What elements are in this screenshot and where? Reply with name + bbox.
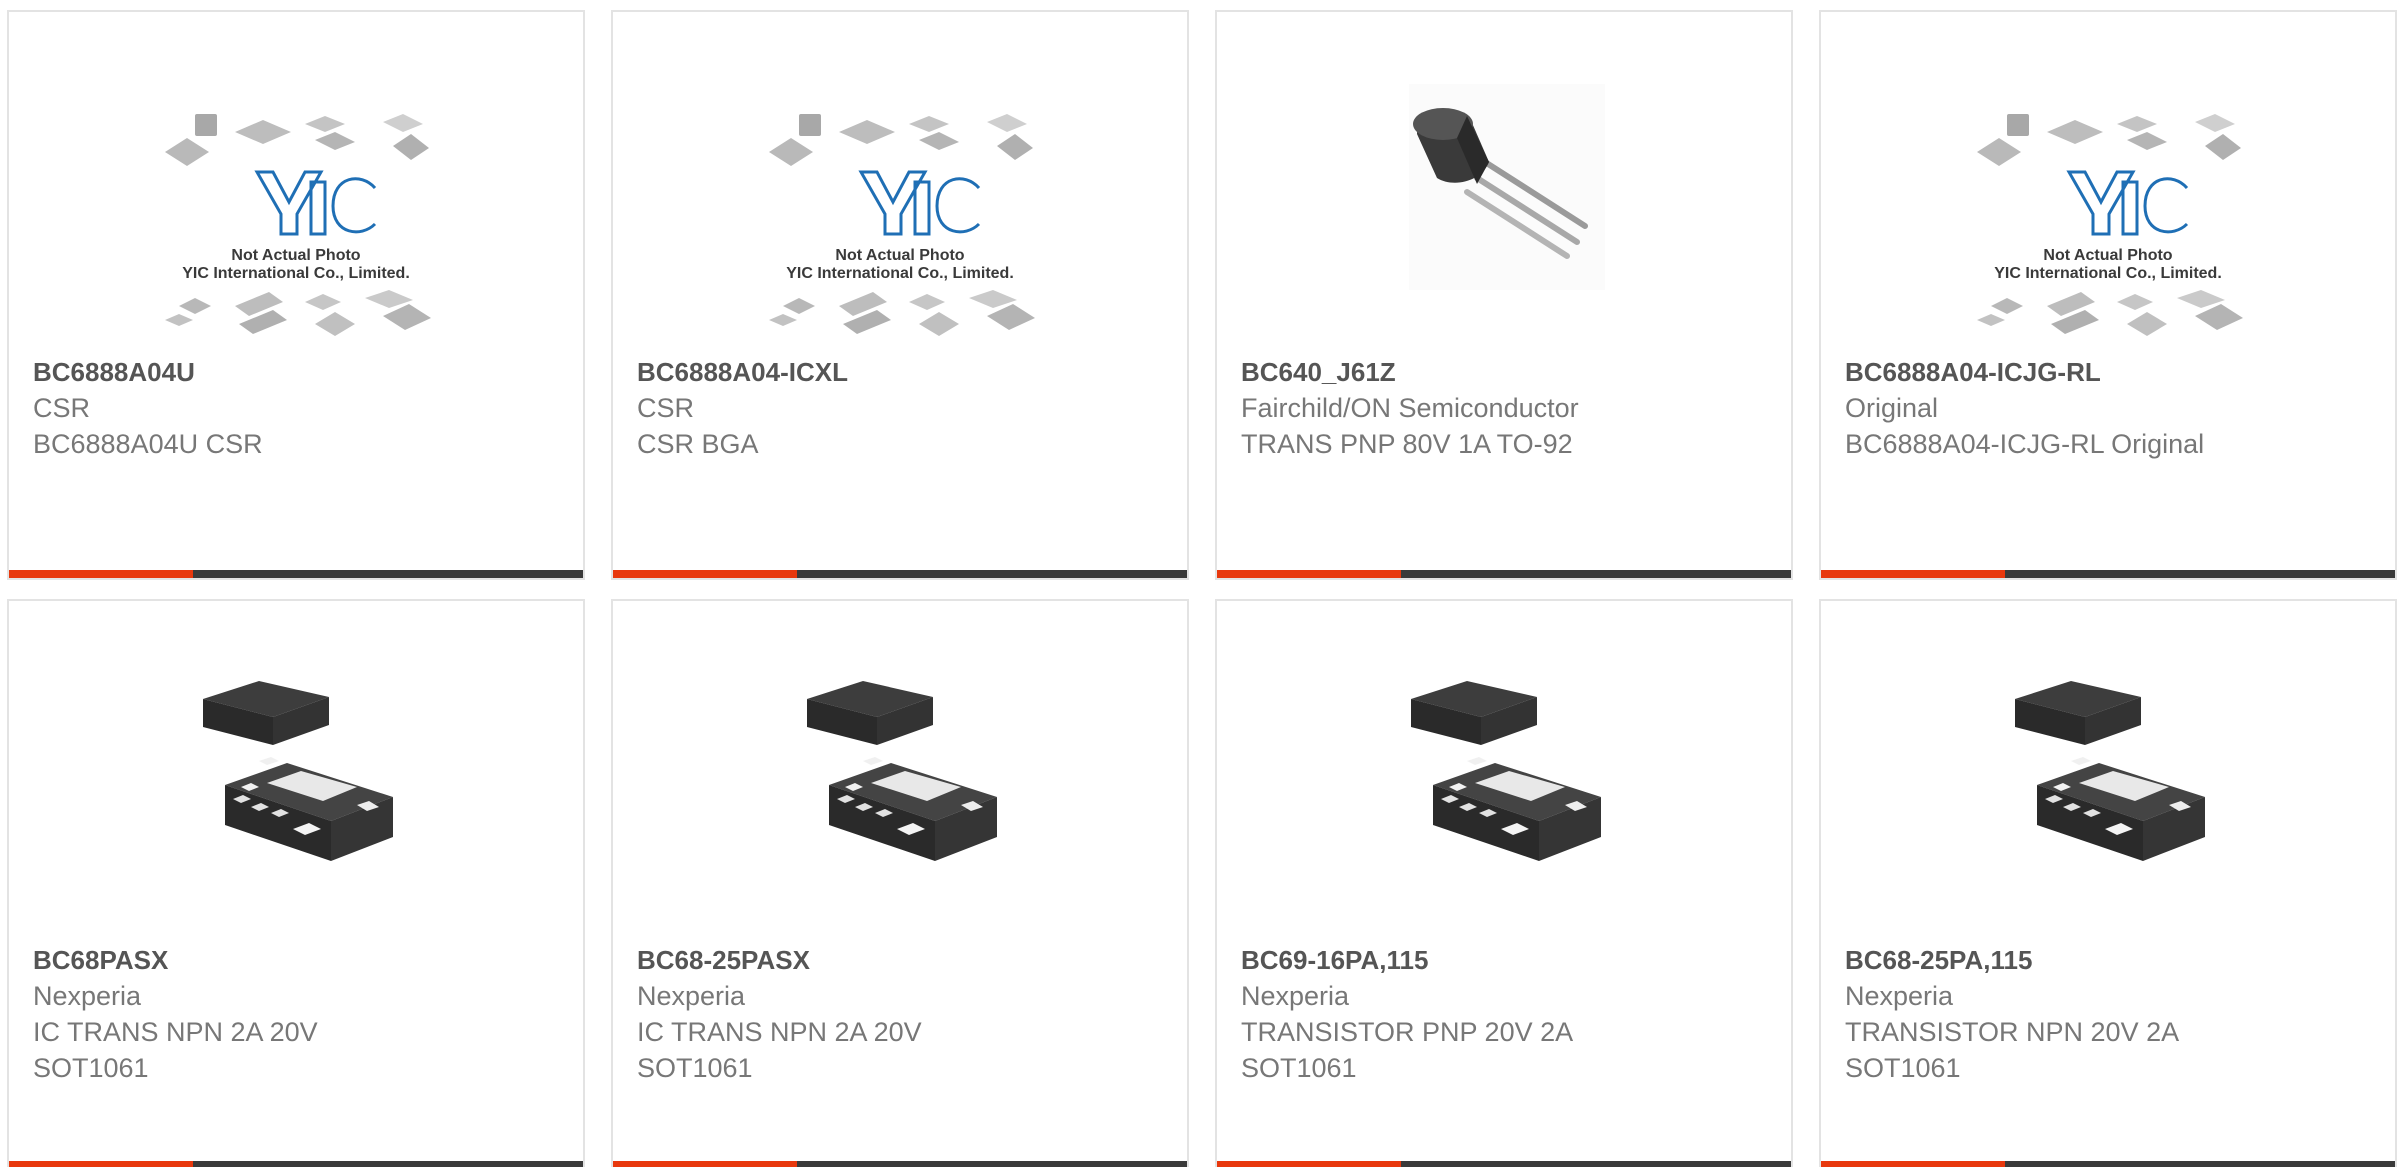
bar-rest	[2005, 570, 2395, 578]
bar-accent	[1821, 1161, 2005, 1167]
description: IC TRANS NPN 2A 20V	[637, 1017, 922, 1047]
description: BC6888A04-ICJG-RL Original	[1845, 429, 2205, 459]
package: SOT1061	[1845, 1053, 1961, 1083]
bar-accent	[1217, 570, 1401, 578]
product-image[interactable]: Not Actual Photo YIC International Co., …	[613, 12, 1187, 357]
part-number[interactable]: BC6888A04-ICJG-RL	[1845, 354, 2383, 390]
product-info: BC6888A04-ICXL CSR CSR BGA	[637, 354, 1175, 462]
placeholder-caption-line1: Not Actual Photo	[231, 247, 360, 264]
part-number[interactable]: BC6888A04U	[33, 354, 571, 390]
yic-placeholder-image: Not Actual Photo YIC International Co., …	[165, 114, 431, 336]
product-image[interactable]	[1217, 601, 1791, 946]
bar-rest	[1401, 1161, 1791, 1167]
manufacturer: CSR	[33, 393, 91, 423]
yic-placeholder-image: Not Actual Photo YIC International Co., …	[1977, 114, 2243, 336]
manufacturer: Nexperia	[637, 981, 746, 1011]
product-info: BC6888A04-ICJG-RL Original BC6888A04-ICJ…	[1845, 354, 2383, 462]
manufacturer: Fairchild/ON Semiconductor	[1241, 393, 1579, 423]
description: TRANSISTOR PNP 20V 2A	[1241, 1017, 1574, 1047]
product-grid: Not Actual Photo YIC International Co., …	[0, 0, 2400, 1167]
bar-accent	[1217, 1161, 1401, 1167]
bar-rest	[193, 570, 583, 578]
product-image[interactable]	[613, 601, 1187, 946]
bar-rest	[1401, 570, 1791, 578]
product-image[interactable]	[1821, 601, 2395, 946]
bar-rest	[2005, 1161, 2395, 1167]
bar-accent	[9, 570, 193, 578]
card-bottom-bar	[1217, 570, 1791, 578]
part-number[interactable]: BC68-25PA,115	[1845, 942, 2383, 978]
product-image[interactable]	[1217, 12, 1791, 357]
part-number[interactable]: BC69-16PA,115	[1241, 942, 1779, 978]
description: TRANS PNP 80V 1A TO-92	[1241, 429, 1573, 459]
product-info: BC6888A04U CSR BC6888A04U CSR	[33, 354, 571, 462]
card-bottom-bar	[613, 570, 1187, 578]
product-info: BC69-16PA,115 Nexperia TRANSISTOR PNP 20…	[1241, 942, 1779, 1086]
product-card[interactable]: BC640_J61Z Fairchild/ON Semiconductor TR…	[1215, 10, 1793, 580]
placeholder-caption-line2: YIC International Co., Limited.	[786, 265, 1014, 282]
to92-transistor-image	[1409, 84, 1605, 290]
card-bottom-bar	[9, 570, 583, 578]
manufacturer: Original	[1845, 393, 1939, 423]
card-bottom-bar	[613, 1161, 1187, 1167]
bar-accent	[1821, 570, 2005, 578]
part-number[interactable]: BC68-25PASX	[637, 942, 1175, 978]
card-bottom-bar	[1217, 1161, 1791, 1167]
product-card[interactable]: Not Actual Photo YIC International Co., …	[1819, 10, 2397, 580]
description: BC6888A04U CSR	[33, 429, 263, 459]
manufacturer: Nexperia	[1241, 981, 1350, 1011]
product-card[interactable]: BC68PASX Nexperia IC TRANS NPN 2A 20V SO…	[7, 599, 585, 1167]
manufacturer: Nexperia	[1845, 981, 1954, 1011]
card-bottom-bar	[1821, 570, 2395, 578]
product-card[interactable]: Not Actual Photo YIC International Co., …	[7, 10, 585, 580]
part-number[interactable]: BC68PASX	[33, 942, 571, 978]
placeholder-caption-line2: YIC International Co., Limited.	[182, 265, 410, 282]
sot1061-package-image	[807, 681, 997, 861]
sot1061-package-image	[1411, 681, 1601, 861]
description: IC TRANS NPN 2A 20V	[33, 1017, 318, 1047]
part-number[interactable]: BC6888A04-ICXL	[637, 354, 1175, 390]
product-card[interactable]: BC69-16PA,115 Nexperia TRANSISTOR PNP 20…	[1215, 599, 1793, 1167]
bar-accent	[613, 570, 797, 578]
sot1061-package-image	[2015, 681, 2205, 861]
bar-accent	[9, 1161, 193, 1167]
sot1061-package-image	[203, 681, 393, 861]
product-info: BC68PASX Nexperia IC TRANS NPN 2A 20V SO…	[33, 942, 571, 1086]
card-bottom-bar	[1821, 1161, 2395, 1167]
package: SOT1061	[637, 1053, 753, 1083]
placeholder-caption-line1: Not Actual Photo	[2043, 247, 2172, 264]
product-image[interactable]	[9, 601, 583, 946]
product-card[interactable]: Not Actual Photo YIC International Co., …	[611, 10, 1189, 580]
product-info: BC68-25PASX Nexperia IC TRANS NPN 2A 20V…	[637, 942, 1175, 1086]
bar-rest	[193, 1161, 583, 1167]
product-image[interactable]: Not Actual Photo YIC International Co., …	[9, 12, 583, 357]
product-card[interactable]: BC68-25PA,115 Nexperia TRANSISTOR NPN 20…	[1819, 599, 2397, 1167]
package: SOT1061	[1241, 1053, 1357, 1083]
manufacturer: CSR	[637, 393, 695, 423]
product-card[interactable]: BC68-25PASX Nexperia IC TRANS NPN 2A 20V…	[611, 599, 1189, 1167]
product-info: BC68-25PA,115 Nexperia TRANSISTOR NPN 20…	[1845, 942, 2383, 1086]
product-image[interactable]: Not Actual Photo YIC International Co., …	[1821, 12, 2395, 357]
package: SOT1061	[33, 1053, 149, 1083]
description: TRANSISTOR NPN 20V 2A	[1845, 1017, 2180, 1047]
part-number[interactable]: BC640_J61Z	[1241, 354, 1779, 390]
placeholder-caption-line1: Not Actual Photo	[835, 247, 964, 264]
bar-rest	[797, 1161, 1187, 1167]
bar-rest	[797, 570, 1187, 578]
card-bottom-bar	[9, 1161, 583, 1167]
yic-placeholder-image: Not Actual Photo YIC International Co., …	[769, 114, 1035, 336]
manufacturer: Nexperia	[33, 981, 142, 1011]
description: CSR BGA	[637, 429, 759, 459]
placeholder-caption-line2: YIC International Co., Limited.	[1994, 265, 2222, 282]
product-info: BC640_J61Z Fairchild/ON Semiconductor TR…	[1241, 354, 1779, 462]
bar-accent	[613, 1161, 797, 1167]
